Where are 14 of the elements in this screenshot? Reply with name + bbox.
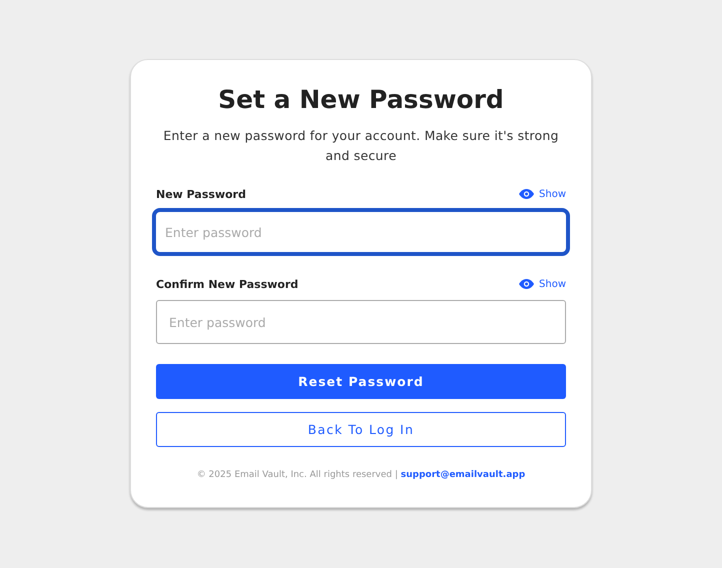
password-field[interactable]: Enter password — [152, 208, 570, 256]
reset-password-button[interactable]: Reset Password — [156, 364, 566, 399]
eye-icon[interactable] — [519, 189, 534, 199]
show-link[interactable]: Show — [539, 278, 566, 290]
page-title: Set a New Password — [217, 84, 505, 116]
show-link[interactable]: Show — [539, 188, 566, 200]
footer-text: © 2025 Email Vault, Inc. All rights reserved | support@emailvault.app — [196, 470, 526, 480]
field-label: Confirm New Password — [156, 278, 298, 290]
support-email-link[interactable]: support@emailvault.app — [400, 470, 526, 480]
eye-icon[interactable] — [519, 279, 534, 289]
field-label: New Password — [156, 188, 246, 200]
back-to-login-button[interactable]: Back To Log In — [156, 412, 566, 447]
password-field[interactable]: Enter password — [156, 300, 566, 344]
subtitle: Enter a new password for your account. Make sure it's strong and secure — [162, 127, 560, 165]
